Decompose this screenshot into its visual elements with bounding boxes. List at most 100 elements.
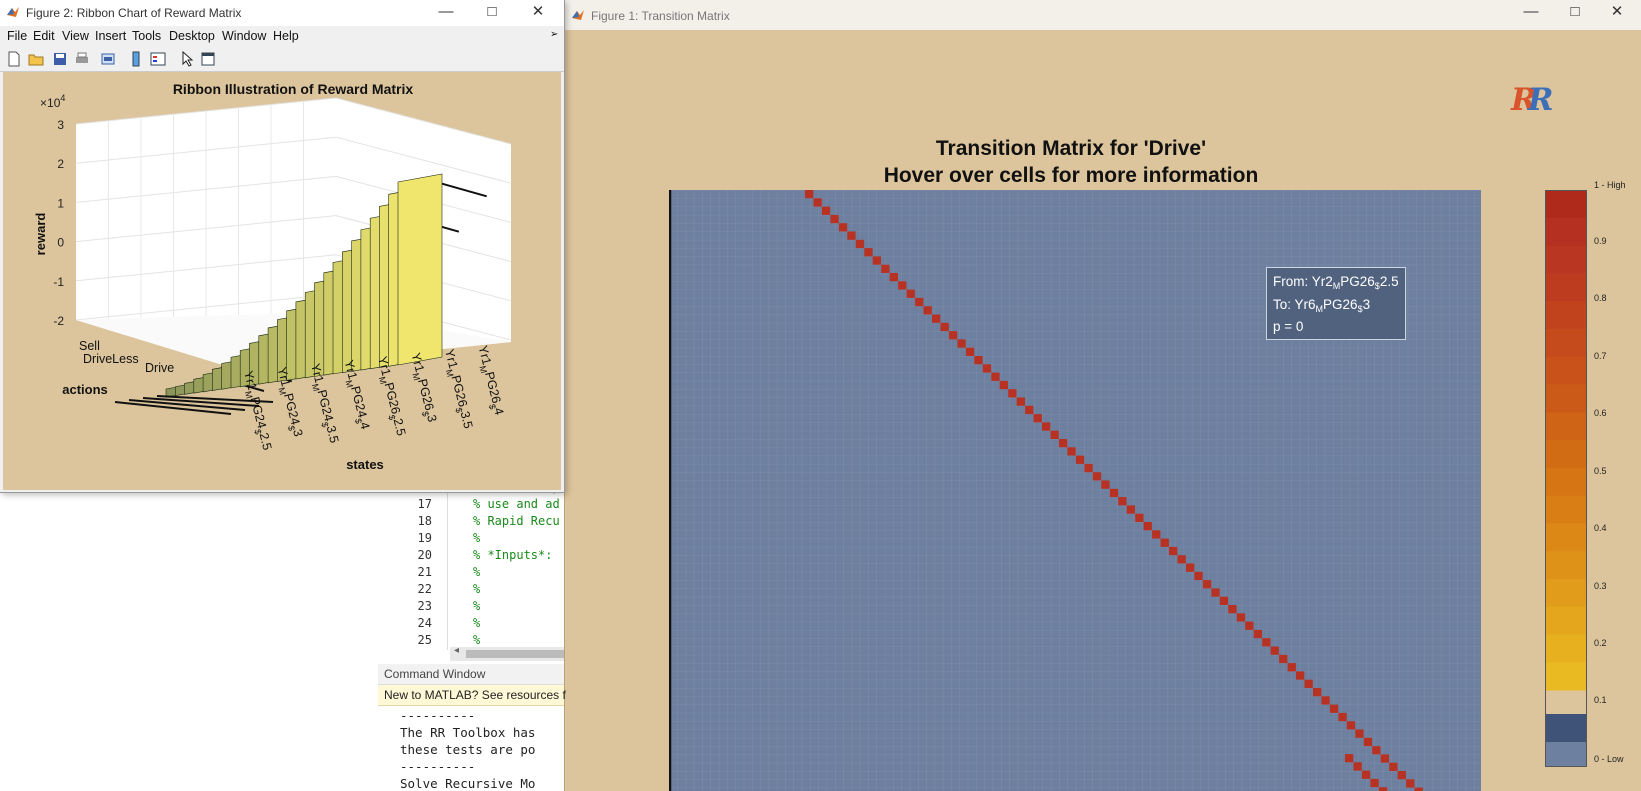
figure1-title: Figure 1: Transition Matrix — [591, 9, 730, 23]
editor-pane[interactable]: 16% and multip17% use and ad18% Rapid Re… — [378, 480, 566, 791]
code-line[interactable]: % use and ad — [473, 497, 560, 511]
code-line[interactable]: % — [473, 599, 480, 613]
insert-legend-icon[interactable] — [150, 51, 166, 67]
close-button[interactable]: ✕ — [1595, 0, 1639, 26]
heatmap-high-cell — [1313, 688, 1322, 697]
save-icon[interactable] — [52, 51, 68, 67]
editor-hscrollbar[interactable]: ◂ — [450, 645, 564, 661]
edit-plot-icon[interactable] — [180, 51, 196, 67]
heatmap-high-cell — [1270, 646, 1279, 655]
editor-gutter-divider — [447, 486, 448, 650]
ribbon-chart[interactable]: Ribbon Illustration of Reward Matrix ×10… — [3, 72, 561, 490]
heatmap-high-cell — [1202, 580, 1212, 589]
print-icon[interactable] — [74, 51, 90, 67]
heatmap-high-cell — [1092, 472, 1102, 481]
colorbar-swatch — [1545, 217, 1587, 247]
insert-colorbar-icon[interactable] — [128, 51, 144, 67]
colorbar-swatch — [1545, 714, 1587, 742]
figure2-title: Figure 2: Ribbon Chart of Reward Matrix — [26, 6, 242, 20]
minimize-button[interactable]: — — [1509, 0, 1553, 26]
menu-file[interactable]: File — [7, 29, 27, 43]
heatmap-high-cell — [1346, 721, 1356, 730]
scroll-thumb[interactable] — [466, 650, 564, 658]
heatmap-high-cell — [889, 273, 898, 282]
figure1-titlebar[interactable]: Figure 1: Transition Matrix — □ ✕ — [565, 0, 1641, 30]
command-output-line: these tests are po — [400, 742, 536, 757]
heatmap-high-cell — [1353, 762, 1362, 771]
colorbar-swatch — [1545, 662, 1587, 691]
link-plot-icon[interactable] — [100, 51, 116, 67]
heatmap-high-cell — [1033, 414, 1042, 423]
heatmap-high-cell — [1370, 778, 1379, 788]
state-tick: Yr1MPG26$4 — [473, 344, 507, 417]
heatmap-high-cell — [1372, 746, 1381, 755]
heatmap-high-cell — [855, 239, 865, 249]
code-line[interactable]: % — [473, 633, 480, 647]
heatmap-high-cell — [1287, 663, 1296, 672]
menu-window[interactable]: Window — [222, 29, 266, 43]
colorbar-swatch — [1545, 412, 1587, 441]
colorbar-swatch — [1545, 245, 1587, 274]
colorbar-label: 0.4 — [1594, 523, 1607, 533]
property-inspector-icon[interactable] — [200, 51, 216, 67]
heatmap-high-cell — [1059, 439, 1068, 448]
heatmap-high-cell — [1067, 447, 1076, 456]
colorbar-label: 1 - High — [1594, 180, 1626, 190]
line-number: 17 — [417, 497, 432, 511]
line-number: 19 — [417, 531, 432, 545]
menu-desktop[interactable]: Desktop — [169, 29, 215, 43]
line-number: 23 — [417, 599, 432, 613]
colorbar-swatch — [1545, 523, 1587, 552]
new-figure-icon[interactable] — [6, 51, 22, 67]
open-file-icon[interactable] — [28, 51, 44, 67]
figure2-toolbar — [0, 47, 564, 72]
colorbar-swatch — [1545, 273, 1587, 302]
code-line[interactable]: % Rapid Recu — [473, 514, 560, 528]
reward-tick: 0 — [57, 236, 64, 250]
colorbar-swatch — [1545, 356, 1587, 385]
code-line[interactable]: % — [473, 565, 480, 579]
heatmap-high-cell — [999, 380, 1008, 390]
heatmap-high-cell — [974, 356, 983, 365]
heatmap-high-cell — [1378, 787, 1388, 791]
action-tick: Sell — [79, 339, 100, 353]
menu-insert[interactable]: Insert — [95, 29, 126, 43]
menu-view[interactable]: View — [62, 29, 89, 43]
state-tick: Yr1MPG26$2.5 — [372, 355, 408, 438]
code-line[interactable]: % — [473, 531, 480, 545]
code-line[interactable]: % *Inputs*: — [473, 548, 552, 562]
command-output-line: ---------- — [400, 708, 476, 723]
heatmap-high-cell — [1135, 513, 1144, 522]
figure1-window[interactable]: Figure 1: Transition Matrix — □ ✕ RR Tra… — [564, 0, 1641, 791]
heatmap-high-cell — [1389, 762, 1398, 771]
state-tick: Yr1MPG26$3.5 — [439, 348, 475, 431]
heatmap-high-cell — [1279, 654, 1288, 664]
maximize-button[interactable]: □ — [1553, 0, 1597, 26]
command-window-header: Command Window — [378, 664, 564, 685]
figure2-window[interactable]: Figure 2: Ribbon Chart of Reward Matrix … — [0, 0, 565, 493]
menu-edit[interactable]: Edit — [33, 29, 55, 43]
new-to-matlab-banner[interactable]: New to MATLAB? See resources f — [378, 685, 566, 706]
heatmap-high-cell — [1186, 563, 1195, 572]
dock-arrow-icon[interactable]: ➢ — [550, 29, 558, 40]
heatmap-high-cell — [940, 322, 949, 332]
menu-help[interactable]: Help — [273, 29, 299, 43]
minimize-button[interactable]: — — [424, 0, 468, 26]
heatmap-high-cell — [1406, 779, 1415, 788]
close-button[interactable]: ✕ — [516, 0, 560, 26]
colorbar-swatch — [1545, 440, 1587, 469]
code-line[interactable]: % — [473, 582, 480, 596]
scroll-left-icon[interactable]: ◂ — [454, 645, 459, 656]
ribbon-axes-area[interactable]: Ribbon Illustration of Reward Matrix ×10… — [3, 72, 561, 490]
reward-axis-label: reward — [33, 213, 48, 256]
heatmap-high-cell — [932, 314, 941, 323]
maximize-button[interactable]: □ — [470, 0, 514, 26]
state-tick: Yr1MPG26$3 — [406, 351, 440, 424]
menu-tools[interactable]: Tools — [132, 29, 161, 43]
colorbar-label: 0.1 — [1594, 695, 1607, 705]
heatmap-high-cell — [830, 214, 839, 224]
figure2-titlebar[interactable]: Figure 2: Ribbon Chart of Reward Matrix … — [0, 0, 564, 26]
heatmap-high-cell — [805, 190, 814, 199]
colorbar-label: 0.2 — [1594, 638, 1607, 648]
code-line[interactable]: % — [473, 616, 480, 630]
